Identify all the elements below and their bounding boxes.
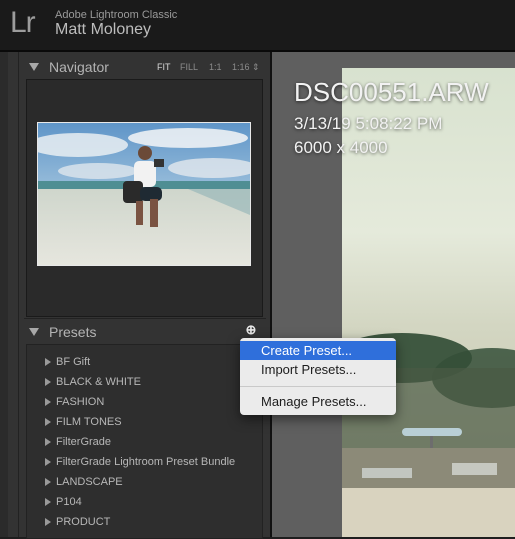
presets-header[interactable]: Presets ⊕ — [19, 322, 271, 344]
disclosure-arrow-icon[interactable] — [45, 498, 51, 506]
preset-folder-landscape[interactable]: LANDSCAPE — [27, 473, 262, 493]
zoom-1-1[interactable]: 1:1 — [209, 62, 222, 72]
collapse-triangle-icon[interactable] — [29, 328, 39, 336]
left-panel: Navigator FIT FILL 1:1 1:16 ⇕ Presets ⊕ … — [18, 52, 271, 539]
manage-presets-menu-item[interactable]: Manage Presets... — [240, 392, 396, 411]
disclosure-arrow-icon[interactable] — [45, 398, 51, 406]
panel-divider — [24, 318, 266, 319]
disclosure-arrow-icon[interactable] — [45, 518, 51, 526]
import-presets-menu-item[interactable]: Import Presets... — [240, 360, 396, 379]
navigator-preview[interactable] — [26, 79, 263, 317]
zoom-fit[interactable]: FIT — [157, 62, 171, 72]
main-image-area[interactable]: DSC00551.ARW 3/13/19 5:08:22 PM 6000 x 4… — [272, 52, 515, 537]
identity-plate: Matt Moloney — [55, 21, 152, 38]
navigator-header[interactable]: Navigator FIT FILL 1:1 1:16 ⇕ — [19, 54, 271, 78]
preset-folder-p104[interactable]: P104 — [27, 493, 262, 513]
photo-capture-time: 3/13/19 5:08:22 PM — [294, 114, 443, 133]
disclosure-arrow-icon[interactable] — [45, 458, 51, 466]
preset-folder-filtergrade-bundle[interactable]: FilterGrade Lightroom Preset Bundle — [27, 453, 262, 473]
presets-title: Presets — [49, 324, 97, 340]
create-preset-menu-item[interactable]: Create Preset... — [240, 341, 396, 360]
collapse-triangle-icon[interactable] — [29, 63, 39, 71]
add-preset-icon[interactable]: ⊕ — [244, 323, 258, 337]
title-bar: Lr Adobe Lightroom Classic Matt Moloney — [0, 0, 515, 50]
disclosure-arrow-icon[interactable] — [45, 418, 51, 426]
navigator-thumbnail[interactable] — [37, 122, 251, 266]
lightroom-logo: Lr — [10, 6, 36, 39]
photo-dimensions: 6000 x 4000 — [294, 138, 388, 157]
zoom-fill[interactable]: FILL — [180, 62, 198, 72]
presets-context-menu: Create Preset... Import Presets... Manag… — [240, 338, 396, 415]
zoom-1-16[interactable]: 1:16 ⇕ — [232, 62, 260, 73]
disclosure-arrow-icon[interactable] — [45, 358, 51, 366]
preset-folder-black-white[interactable]: BLACK & WHITE — [27, 373, 262, 393]
photo-filename: DSC00551.ARW — [294, 77, 489, 107]
disclosure-arrow-icon[interactable] — [45, 378, 51, 386]
preset-folder-filtergrade[interactable]: FilterGrade — [27, 433, 262, 453]
disclosure-arrow-icon[interactable] — [45, 438, 51, 446]
presets-list: BF Gift BLACK & WHITE FASHION FILM TONES… — [26, 344, 263, 539]
menu-separator — [240, 386, 396, 387]
preset-folder-film-tones[interactable]: FILM TONES — [27, 413, 262, 433]
disclosure-arrow-icon[interactable] — [45, 478, 51, 486]
preset-folder-bf-gift[interactable]: BF Gift — [27, 353, 262, 373]
navigator-title: Navigator — [49, 59, 109, 75]
preset-folder-fashion[interactable]: FASHION — [27, 393, 262, 413]
app-name: Adobe Lightroom Classic — [55, 9, 178, 21]
preset-folder-product[interactable]: PRODUCT — [27, 513, 262, 533]
